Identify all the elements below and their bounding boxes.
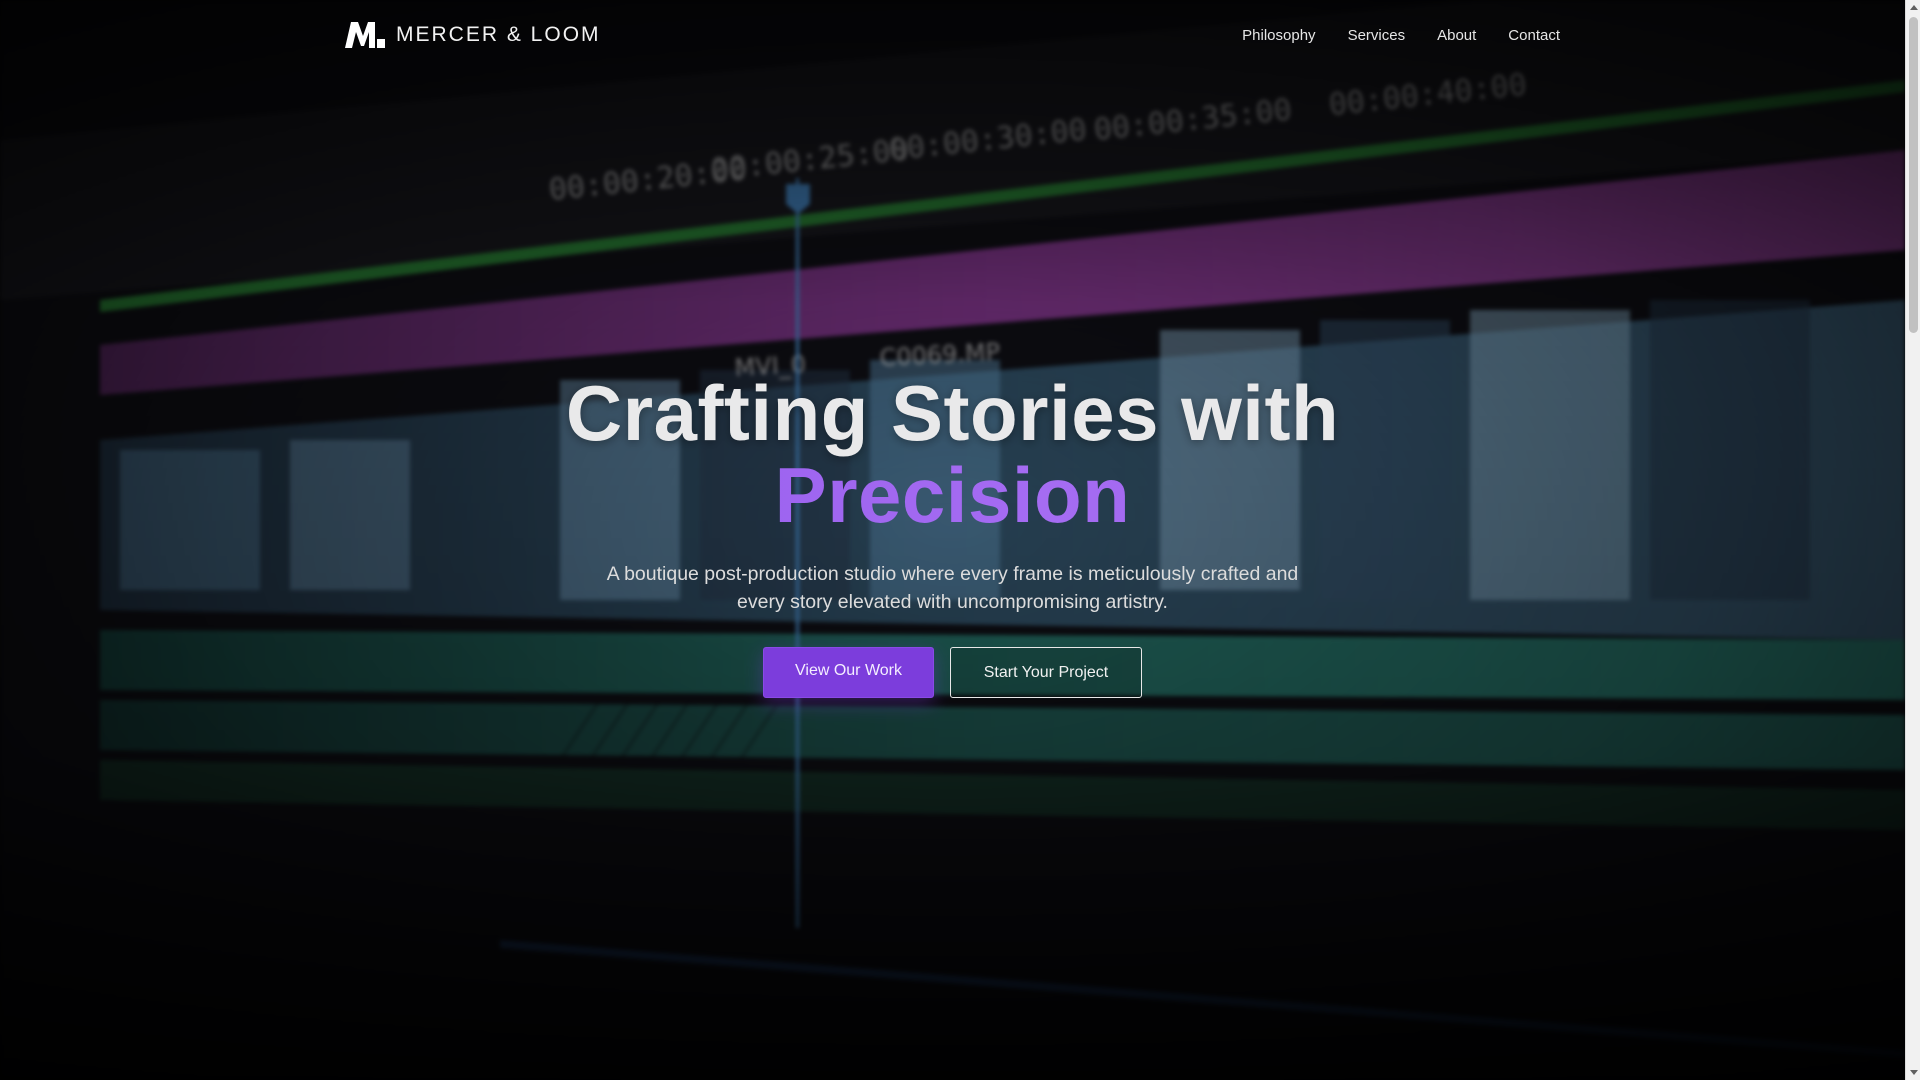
main-nav: Philosophy Services About Contact [1226,26,1560,46]
cta-group: View Our Work Start Your Project [0,647,1905,698]
brand-name: MERCER & LOOM [396,23,601,46]
nav-philosophy[interactable]: Philosophy [1226,26,1331,46]
scroll-down-button[interactable] [1906,1065,1920,1080]
hero-section: Crafting Stories with Precision A boutiq… [0,372,1905,698]
start-your-project-button[interactable]: Start Your Project [950,647,1142,698]
hero-title-line: Crafting Stories with [565,369,1340,457]
arrow-down-icon [1909,1070,1918,1075]
hero-subtitle: A boutique post-production studio where … [606,563,1299,613]
hero-title-accent: Precision [0,454,1905,536]
arrow-up-icon [1909,5,1918,10]
ml-monogram-icon [345,22,385,48]
nav-services[interactable]: Services [1332,26,1422,46]
scrollbar-thumb[interactable] [1909,17,1918,333]
hero-title: Crafting Stories with Precision [0,372,1905,536]
brand-logo-link[interactable]: MERCER & LOOM [345,22,601,48]
nav-contact[interactable]: Contact [1492,26,1560,46]
scroll-up-button[interactable] [1906,0,1920,15]
view-our-work-button[interactable]: View Our Work [763,647,934,698]
page-scrollbar[interactable] [1905,0,1920,1080]
nav-about[interactable]: About [1421,26,1492,46]
site-header: MERCER & LOOM Philosophy Services About … [0,0,1905,72]
